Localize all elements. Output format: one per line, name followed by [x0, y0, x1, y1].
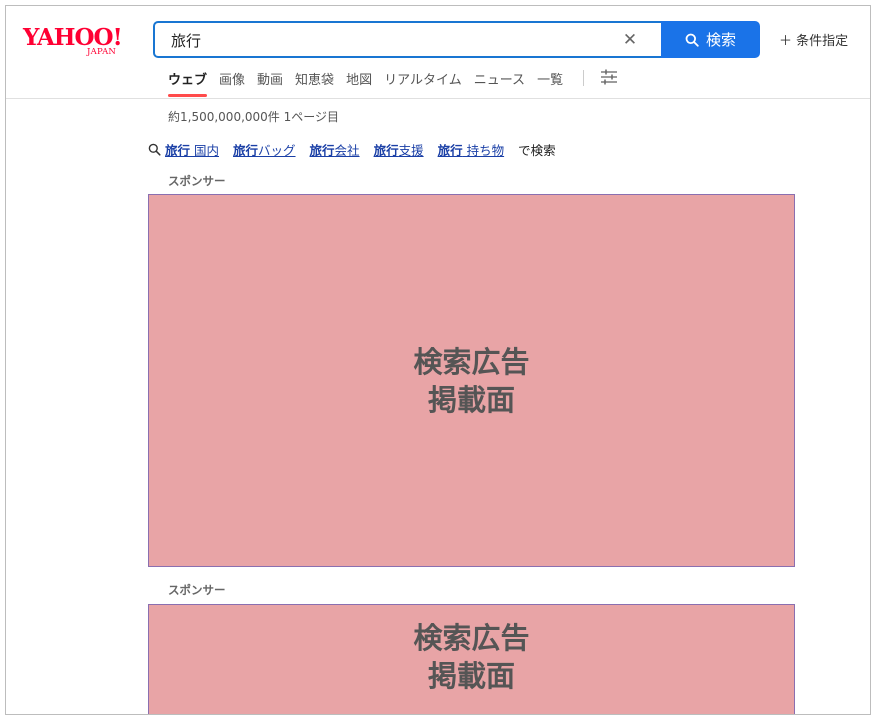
search-button-label: 検索	[705, 31, 736, 49]
clear-icon[interactable]: ✕	[621, 31, 639, 49]
related-link-bag[interactable]: 旅行バッグ	[233, 140, 296, 159]
related-link-support[interactable]: 旅行支援	[374, 140, 424, 159]
search-icon	[685, 33, 699, 47]
search-input[interactable]	[169, 23, 603, 58]
tab-news[interactable]: ニュース	[474, 69, 525, 97]
tab-realtime[interactable]: リアルタイム	[384, 69, 462, 97]
tab-web[interactable]: ウェブ	[168, 69, 208, 97]
sponsor-label: スポンサー	[168, 583, 226, 597]
tab-maps[interactable]: 地図	[346, 69, 372, 97]
result-count: 約1,500,000,000件 1ページ目	[168, 110, 340, 124]
yahoo-japan-logo[interactable]: YAHOO! JAPAN	[23, 25, 148, 65]
related-link-belongings[interactable]: 旅行 持ち物	[438, 140, 505, 159]
search-icon	[148, 143, 161, 156]
tab-images[interactable]: 画像	[219, 69, 245, 97]
browser-frame: YAHOO! JAPAN ✕ 検索 ＋ 条件指定 ウェブ 画像 動画 知恵袋 地…	[5, 5, 871, 715]
sponsor-label: スポンサー	[168, 174, 226, 188]
ad-slot-text: 検索広告 掲載面	[413, 621, 530, 693]
related-suffix: で検索	[518, 143, 556, 158]
search-button[interactable]: 検索	[661, 21, 760, 58]
search-ad-slot[interactable]: 検索広告 掲載面	[148, 194, 795, 567]
tab-divider	[583, 70, 585, 86]
header-divider	[6, 98, 870, 99]
related-link-domestic[interactable]: 旅行 国内	[165, 140, 219, 159]
settings-sliders-icon[interactable]	[600, 69, 618, 85]
related-searches: 旅行 国内 旅行バッグ 旅行会社 旅行支援 旅行 持ち物 で検索	[148, 140, 556, 159]
tab-videos[interactable]: 動画	[257, 69, 283, 97]
ad-slot-text: 検索広告 掲載面	[413, 344, 530, 417]
search-tabs: ウェブ 画像 動画 知恵袋 地図 リアルタイム ニュース 一覧	[168, 69, 618, 97]
search-ad-slot[interactable]: 検索広告 掲載面	[148, 604, 795, 714]
search-box: ✕	[153, 21, 661, 58]
logo-subtitle: JAPAN	[87, 47, 117, 57]
conditions-link[interactable]: ＋ 条件指定	[779, 30, 848, 49]
tab-chiebukuro[interactable]: 知恵袋	[295, 69, 334, 97]
related-link-company[interactable]: 旅行会社	[310, 140, 360, 159]
tab-list[interactable]: 一覧	[537, 69, 563, 97]
